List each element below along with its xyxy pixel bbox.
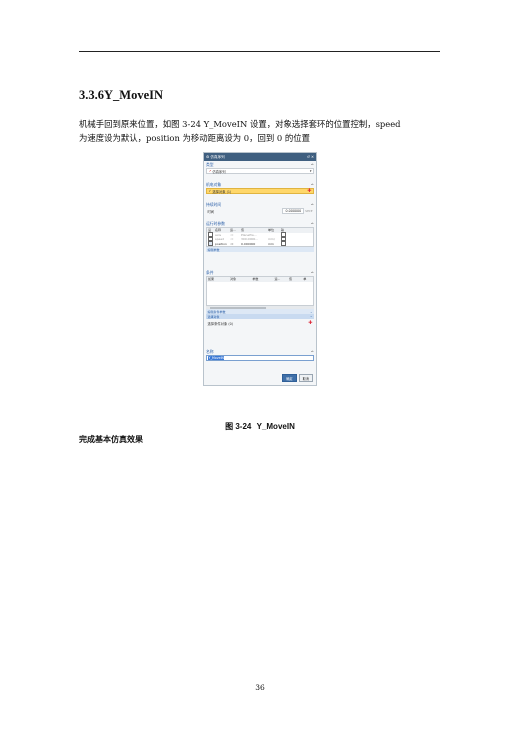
cond-header: 值 (288, 277, 292, 282)
name-value: Y_MoveIN (208, 356, 225, 360)
param-value: 300.0000... (241, 237, 259, 242)
param-header: 名称 (215, 228, 222, 233)
sequence-icon: ↗ (208, 169, 212, 173)
cancel-button[interactable]: 取消 (298, 374, 313, 382)
table-row[interactable]: position := 0.000000 mm (207, 241, 313, 247)
runtime-params-section: 运行时参数 ^ 设 名称 运... 值 单位 输 axis := PlanePla… (206, 221, 314, 253)
page-number: 36 (255, 683, 265, 692)
type-value: 仿真序列 (212, 169, 226, 174)
param-op: := (230, 237, 234, 242)
param-header: 单位 (268, 228, 275, 233)
param-output-checkbox[interactable] (281, 241, 286, 246)
dialog-title: 仿真序列 (210, 154, 225, 159)
duration-section: 持续时间 ^ 时间 0.000000 sec ▾ (206, 202, 314, 214)
select-object-row[interactable]: ✓ 选择对象 (1) ✚ (206, 188, 314, 194)
collapse-icon[interactable]: ^ (310, 315, 313, 319)
cond-header: 如果 (208, 277, 215, 282)
param-name: axis (215, 232, 222, 237)
param-value: 0.000000 (241, 242, 256, 247)
name-section-title: 名称 (206, 349, 214, 354)
time-input[interactable]: 0.000000 (282, 208, 305, 214)
edit-params-bar[interactable]: 编辑参数 (206, 247, 314, 253)
closing-line: 完成基本仿真效果 (79, 434, 143, 444)
check-icon: ✓ (208, 189, 212, 193)
simulation-sequence-dialog: ⚙ 仿真序列 ↺ ✕ 类型 ^ ↗ 仿真序列 ▾ 机电对象 ^ ✓ 选择对象 (1)… (203, 152, 317, 386)
scrollbar-thumb[interactable] (210, 306, 266, 309)
paragraph-line-1: 机械手回到原来位置，如图 3-24 Y_MoveIN 设置，对象选择套环的位置控… (79, 119, 401, 129)
param-header: 值 (241, 228, 245, 233)
body-paragraph: 机械手回到原来位置，如图 3-24 Y_MoveIN 设置，对象选择套环的位置控… (79, 118, 443, 145)
chevron-down-icon: ▾ (310, 209, 313, 213)
add-cond-object-icon[interactable]: ✚ (308, 320, 312, 326)
header-rule (79, 51, 440, 52)
chevron-down-icon: ⌄ (309, 309, 313, 314)
dialog-buttons: 确定 取消 (282, 374, 313, 382)
add-object-icon[interactable]: ✚ (307, 188, 311, 194)
name-input[interactable]: Y_MoveIN (206, 355, 314, 361)
select-object-label: 选择对象 (207, 314, 220, 319)
cond-header: 对象 (230, 277, 237, 282)
condition-section: 条件 ^ 如果 对象 参数 运... 值 单 编辑条件参数 ⌄ 选择对象 ^ 选择… (206, 270, 314, 327)
figure-caption: 图 3-24 Y_MoveIN (0, 421, 520, 432)
param-unit: mm (268, 242, 274, 247)
horizontal-scrollbar[interactable] (206, 306, 314, 309)
type-section-title: 类型 (206, 162, 214, 167)
object-section: 机电对象 ^ ✓ 选择对象 (1) ✚ (206, 182, 314, 194)
select-cond-object-row[interactable]: 选择条件对象 (0) ✚ (206, 319, 314, 327)
object-section-title: 机电对象 (206, 182, 222, 187)
collapse-icon[interactable]: ^ (311, 183, 314, 188)
param-unit: mm/ (268, 237, 275, 242)
chevron-down-icon: ▾ (309, 169, 312, 173)
time-label: 时间 (207, 209, 215, 214)
paragraph-line-2: 为速度设为默认，position 为移动距离设为 0，回到 0 的位置 (79, 132, 311, 143)
edit-params-label: 编辑参数 (207, 247, 220, 252)
close-icon[interactable]: ✕ (311, 155, 314, 159)
params-table: 设 名称 运... 值 单位 输 axis := PlanePla... spe… (206, 227, 314, 248)
ok-button[interactable]: 确定 (282, 374, 297, 382)
param-value: PlanePla... (241, 232, 257, 237)
param-name: position (215, 242, 227, 247)
name-section: 名称 ^ Y_MoveIN (206, 349, 314, 361)
reset-icon[interactable]: ↺ (307, 155, 310, 159)
param-header: 运... (230, 228, 236, 233)
cond-header: 参数 (252, 277, 259, 282)
edit-cond-params-label: 编辑条件参数 (207, 309, 226, 314)
figure-caption-text: Y_MoveIN (256, 422, 295, 431)
section-title: 3.3.6Y_MoveIN (79, 88, 164, 102)
collapse-icon[interactable]: ^ (311, 222, 314, 227)
condition-section-title: 条件 (206, 270, 214, 275)
collapse-icon[interactable]: ^ (311, 271, 314, 276)
type-section: 类型 ^ ↗ 仿真序列 ▾ (206, 162, 314, 174)
condition-table: 如果 对象 参数 运... 值 单 (206, 276, 314, 306)
select-cond-object-label: 选择条件对象 (0) (207, 321, 234, 326)
figure-caption-num: 图 3-24 (225, 422, 252, 431)
duration-section-title: 持续时间 (206, 202, 222, 207)
dialog-title-bar: ⚙ 仿真序列 ↺ ✕ (204, 153, 316, 161)
cond-header: 运... (274, 277, 281, 282)
object-value: 选择对象 (1) (212, 189, 232, 194)
param-name: speed (215, 237, 225, 242)
cond-header: 单 (303, 277, 307, 282)
time-row: 时间 0.000000 sec ▾ (206, 208, 314, 214)
param-op: := (230, 232, 234, 237)
type-select[interactable]: ↗ 仿真序列 ▾ (206, 168, 314, 174)
params-section-title: 运行时参数 (206, 221, 225, 226)
param-op: := (230, 242, 234, 247)
collapse-icon[interactable]: ^ (311, 163, 314, 168)
param-checkbox-checked[interactable] (208, 241, 213, 246)
condition-header-row: 如果 对象 参数 运... 值 单 (207, 277, 313, 282)
gear-icon: ⚙ (206, 155, 210, 159)
collapse-icon[interactable]: ^ (311, 350, 314, 355)
collapse-icon[interactable]: ^ (311, 203, 314, 208)
